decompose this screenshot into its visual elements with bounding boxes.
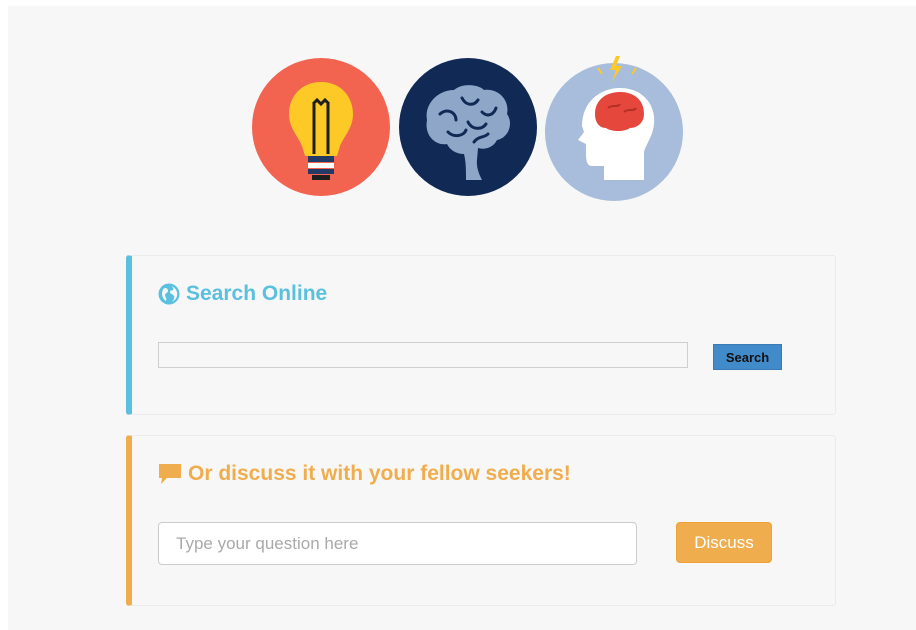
lightbulb-icon [252, 58, 390, 196]
head-brain-icon [545, 56, 683, 201]
question-input[interactable] [158, 522, 637, 565]
discuss-heading: Or discuss it with your fellow seekers! [158, 462, 571, 486]
brain-icon [399, 58, 537, 196]
search-card: Search Online Search [126, 255, 836, 415]
comment-icon [158, 463, 182, 485]
search-button[interactable]: Search [713, 344, 782, 370]
discuss-card: Or discuss it with your fellow seekers! … [126, 435, 836, 606]
hero-illustrations [252, 52, 684, 202]
search-input[interactable] [158, 342, 688, 368]
page: Search Online Search Or discuss it with … [8, 6, 916, 630]
globe-icon [158, 283, 180, 305]
search-heading: Search Online [158, 282, 327, 306]
discuss-heading-text: Or discuss it with your fellow seekers! [188, 462, 571, 485]
search-heading-text: Search Online [186, 282, 328, 305]
discuss-button[interactable]: Discuss [676, 522, 772, 563]
